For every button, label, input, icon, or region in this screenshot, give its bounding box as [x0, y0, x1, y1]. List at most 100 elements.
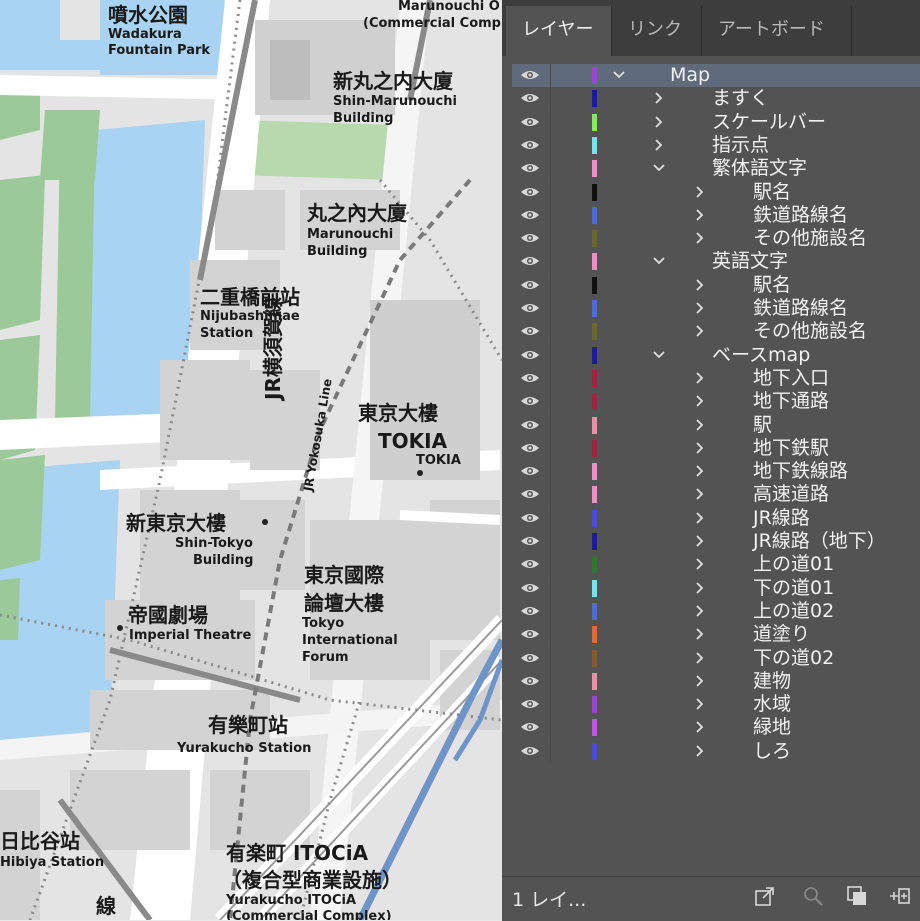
new-sublayer-icon[interactable]: [888, 885, 910, 907]
layer-row[interactable]: その他施設名: [512, 227, 920, 251]
eye-icon[interactable]: [520, 279, 540, 291]
eye-icon[interactable]: [520, 698, 540, 710]
clipping-mask-icon[interactable]: [846, 885, 868, 907]
eye-icon[interactable]: [520, 116, 540, 128]
chevron-right-icon[interactable]: [693, 720, 707, 734]
layer-row[interactable]: 駅名: [512, 273, 920, 297]
chevron-right-icon[interactable]: [693, 231, 707, 245]
eye-icon[interactable]: [520, 512, 540, 524]
layer-row[interactable]: 鉄道路線名: [512, 297, 920, 320]
chevron-down-icon[interactable]: [652, 161, 666, 175]
eye-icon[interactable]: [520, 582, 540, 594]
chevron-right-icon[interactable]: [693, 441, 707, 455]
chevron-down-icon[interactable]: [652, 254, 666, 268]
chevron-right-icon[interactable]: [693, 744, 707, 758]
chevron-down-icon[interactable]: [652, 348, 666, 362]
eye-icon[interactable]: [520, 186, 540, 198]
eye-icon[interactable]: [520, 442, 540, 454]
layer-row[interactable]: Map: [512, 64, 920, 87]
chevron-right-icon[interactable]: [693, 185, 707, 199]
chevron-right-icon[interactable]: [693, 534, 707, 548]
tab-artboards[interactable]: アートボード: [702, 6, 852, 56]
layer-row[interactable]: 地下入口: [512, 366, 920, 390]
layer-row[interactable]: しろ: [512, 739, 920, 763]
eye-icon[interactable]: [520, 652, 540, 664]
layer-row[interactable]: JR線路（地下）: [512, 530, 920, 553]
eye-icon[interactable]: [520, 92, 540, 104]
eye-icon[interactable]: [520, 535, 540, 547]
map-canvas[interactable]: 噴水公園 Wadakura Fountain Park Marunouchi O…: [0, 0, 502, 920]
chevron-right-icon[interactable]: [652, 115, 666, 129]
layer-row[interactable]: 下の道01: [512, 576, 920, 600]
chevron-right-icon[interactable]: [693, 278, 707, 292]
chevron-right-icon[interactable]: [693, 651, 707, 665]
layer-row[interactable]: 駅名: [512, 180, 920, 204]
chevron-right-icon[interactable]: [652, 138, 666, 152]
eye-icon[interactable]: [520, 488, 540, 500]
chevron-down-icon[interactable]: [612, 68, 626, 82]
layer-row[interactable]: 建物: [512, 669, 920, 693]
search-icon[interactable]: [802, 885, 824, 907]
tab-links[interactable]: リンク: [612, 6, 702, 56]
layer-row[interactable]: 上の道01: [512, 553, 920, 577]
chevron-right-icon[interactable]: [693, 208, 707, 222]
eye-icon[interactable]: [520, 162, 540, 174]
chevron-right-icon[interactable]: [693, 301, 707, 315]
eye-icon[interactable]: [520, 558, 540, 570]
layer-row[interactable]: 水域: [512, 693, 920, 717]
eye-icon[interactable]: [520, 209, 540, 221]
eye-icon[interactable]: [520, 675, 540, 687]
chevron-right-icon[interactable]: [693, 464, 707, 478]
chevron-right-icon[interactable]: [693, 557, 707, 571]
eye-icon[interactable]: [520, 605, 540, 617]
chevron-right-icon[interactable]: [693, 511, 707, 525]
chevron-right-icon[interactable]: [693, 371, 707, 385]
eye-icon[interactable]: [520, 325, 540, 337]
layer-row[interactable]: 道塗り: [512, 623, 920, 647]
chevron-right-icon[interactable]: [693, 324, 707, 338]
eye-icon[interactable]: [520, 139, 540, 151]
layer-row[interactable]: 高速道路: [512, 483, 920, 507]
chevron-right-icon[interactable]: [693, 627, 707, 641]
layer-row[interactable]: 地下通路: [512, 390, 920, 414]
layer-row[interactable]: 上の道02: [512, 599, 920, 623]
layer-row[interactable]: スケールバー: [512, 110, 920, 134]
layer-row[interactable]: 地下鉄線路: [512, 460, 920, 484]
layer-row[interactable]: 駅: [512, 413, 920, 437]
eye-icon[interactable]: [520, 372, 540, 384]
chevron-right-icon[interactable]: [693, 604, 707, 618]
layer-row[interactable]: 鉄道路線名: [512, 203, 920, 227]
layer-row[interactable]: 地下鉄駅: [512, 436, 920, 460]
layer-name: 緑地: [753, 716, 792, 739]
eye-icon[interactable]: [520, 628, 540, 640]
layer-row[interactable]: JR線路: [512, 506, 920, 530]
layer-row[interactable]: 下の道02: [512, 646, 920, 670]
eye-icon[interactable]: [520, 302, 540, 314]
chevron-right-icon[interactable]: [693, 697, 707, 711]
layer-row[interactable]: その他施設名: [512, 320, 920, 344]
layer-row[interactable]: 指示点: [512, 133, 920, 157]
eye-icon[interactable]: [520, 255, 540, 267]
eye-icon[interactable]: [520, 395, 540, 407]
chevron-right-icon[interactable]: [693, 674, 707, 688]
eye-icon[interactable]: [520, 465, 540, 477]
layer-row[interactable]: 緑地: [512, 716, 920, 740]
tab-layers[interactable]: レイヤー: [506, 6, 612, 56]
eye-icon[interactable]: [520, 232, 540, 244]
eye-icon[interactable]: [520, 419, 540, 431]
eye-icon[interactable]: [520, 349, 540, 361]
chevron-right-icon[interactable]: [693, 418, 707, 432]
eye-icon[interactable]: [520, 721, 540, 733]
chevron-right-icon[interactable]: [652, 91, 666, 105]
chevron-right-icon[interactable]: [693, 487, 707, 501]
eye-icon[interactable]: [520, 745, 540, 757]
layer-row[interactable]: 英語文字: [512, 250, 920, 274]
layer-row[interactable]: 繁体語文字: [512, 157, 920, 181]
chevron-right-icon[interactable]: [693, 394, 707, 408]
chevron-right-icon[interactable]: [693, 581, 707, 595]
layer-row[interactable]: ますく: [512, 87, 920, 111]
eye-icon[interactable]: [520, 69, 540, 81]
export-icon[interactable]: [754, 885, 776, 907]
layer-row[interactable]: ベースmap: [512, 343, 920, 367]
map-label-imperial-en: Imperial Theatre: [129, 628, 252, 643]
